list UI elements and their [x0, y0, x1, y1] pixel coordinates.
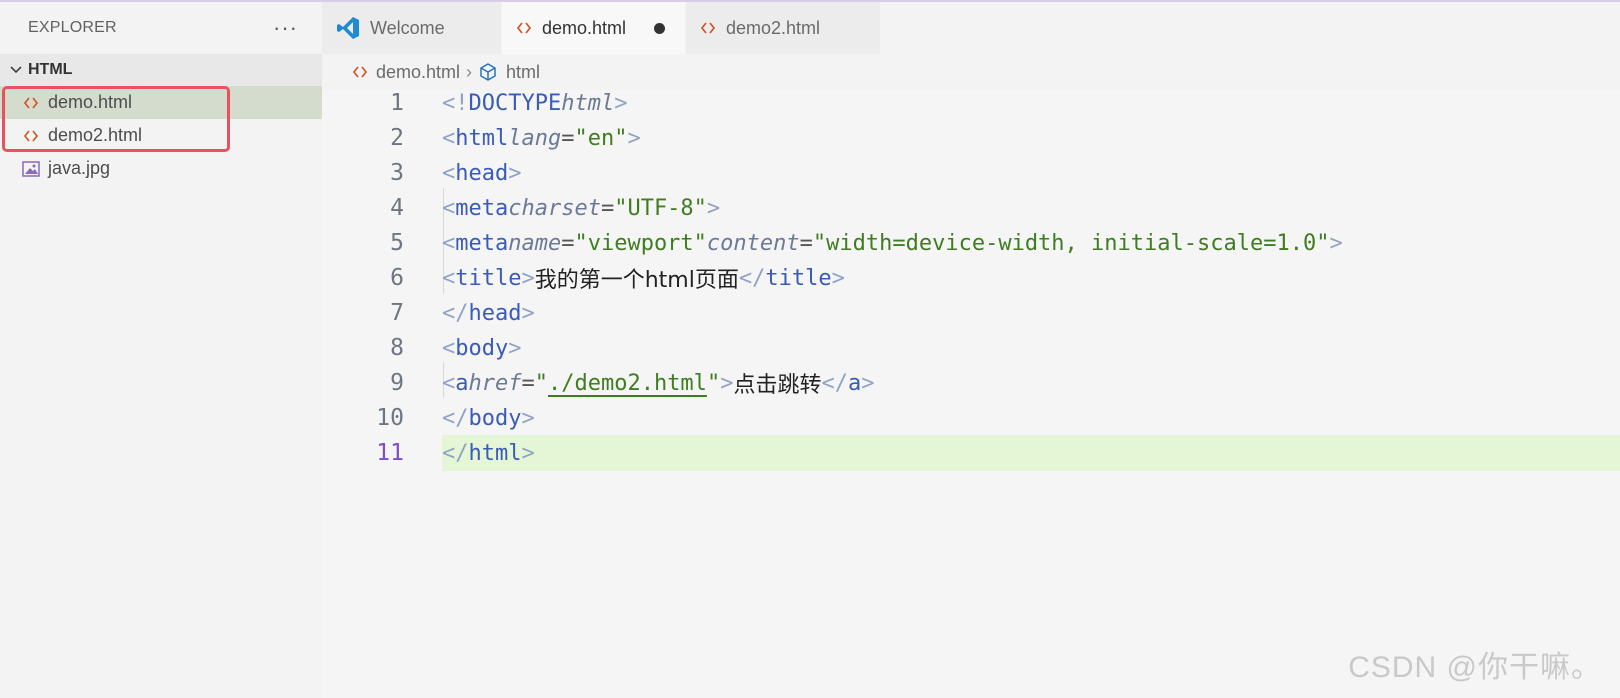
line-number: 5	[390, 230, 404, 256]
breadcrumb-file[interactable]: demo.html	[376, 62, 460, 83]
folder-html[interactable]: HTML	[0, 54, 322, 86]
code-line: 5 < meta name = "viewport" content = "width=d…	[322, 225, 1620, 261]
code-content: < body >	[442, 335, 522, 361]
folder-label: HTML	[28, 61, 73, 78]
code-content: < title > 我的第一个html页面 </title >	[442, 265, 845, 294]
explorer-title: EXPLORER	[28, 19, 117, 36]
html-file-icon	[22, 129, 40, 143]
code-content: < meta charset = "UTF-8" >	[442, 195, 721, 221]
html-file-icon	[516, 21, 532, 35]
code-line: 8 < body >	[322, 330, 1620, 366]
line-number: 8	[390, 335, 404, 361]
file-label: demo2.html	[48, 125, 143, 145]
code-line: 4 < meta charset = "UTF-8" >	[322, 190, 1620, 226]
code-editor[interactable]: 1 <! DOCTYPE html > 2 < html lang = "en" > 3 <…	[322, 90, 1620, 698]
file-item-demo2-html[interactable]: demo2.html	[0, 119, 322, 152]
image-file-icon	[22, 160, 40, 177]
explorer-header: EXPLORER ···	[0, 2, 322, 54]
code-content: < a href = "./demo2.html" > 点击跳转 </a >	[442, 370, 875, 399]
file-label: java.jpg	[48, 158, 111, 178]
line-number: 4	[390, 195, 404, 221]
code-line: 9 < a href = "./demo2.html" > 点击跳转 </a >	[322, 365, 1620, 401]
html-file-icon	[352, 65, 368, 79]
line-number: 7	[390, 300, 404, 326]
tab-label: demo2.html	[726, 17, 821, 38]
more-actions-icon[interactable]: ···	[273, 17, 298, 39]
line-number: 3	[390, 160, 404, 186]
code-line: 1 <! DOCTYPE html >	[322, 85, 1620, 121]
code-content: <! DOCTYPE html >	[442, 90, 628, 116]
html-file-icon	[700, 21, 716, 35]
code-line: 7 </head >	[322, 295, 1620, 331]
chevron-down-icon	[6, 60, 26, 80]
tab-label: demo.html	[542, 17, 627, 38]
line-number: 1	[390, 90, 404, 116]
code-line: 10 </body >	[322, 400, 1620, 436]
line-number: 2	[390, 125, 404, 151]
chevron-right-icon: ›	[466, 61, 473, 82]
code-content: < html lang = "en" >	[442, 125, 641, 151]
code-line-current: 11 </html >	[322, 435, 1620, 471]
tab-demo2-html[interactable]: demo2.html	[686, 2, 881, 54]
tab-label: Welcome	[370, 17, 445, 38]
file-label: demo.html	[48, 92, 133, 112]
tab-welcome[interactable]: Welcome	[322, 2, 502, 54]
code-content: </body >	[442, 405, 535, 431]
code-content: < head >	[442, 160, 522, 186]
breadcrumb-symbol[interactable]: html	[506, 62, 540, 83]
code-content: </head >	[442, 300, 535, 326]
unsaved-dot-icon[interactable]	[654, 22, 665, 34]
code-line: 2 < html lang = "en" >	[322, 120, 1620, 156]
line-number: 6	[390, 265, 404, 291]
code-content: </html >	[442, 435, 1620, 471]
vscode-logo-icon	[336, 16, 360, 40]
tab-bar: Welcome demo.html demo2.html	[322, 2, 1620, 54]
code-content: < meta name = "viewport" content = "width=dev…	[442, 230, 1343, 256]
line-number: 11	[376, 440, 404, 466]
code-line: 6 < title > 我的第一个html页面 </title >	[322, 260, 1620, 296]
code-line: 3 < head >	[322, 155, 1620, 191]
file-item-java-jpg[interactable]: java.jpg	[0, 152, 322, 185]
explorer-sidebar: EXPLORER ··· HTML demo.html demo2.html j…	[0, 2, 322, 698]
tab-demo-html[interactable]: demo.html	[502, 2, 686, 54]
symbol-element-icon	[478, 62, 498, 82]
html-file-icon	[22, 96, 40, 110]
line-number: 10	[376, 405, 404, 431]
file-item-demo-html[interactable]: demo.html	[0, 86, 322, 119]
watermark: CSDN @你干嘛。	[1348, 651, 1602, 684]
line-number: 9	[390, 370, 404, 396]
